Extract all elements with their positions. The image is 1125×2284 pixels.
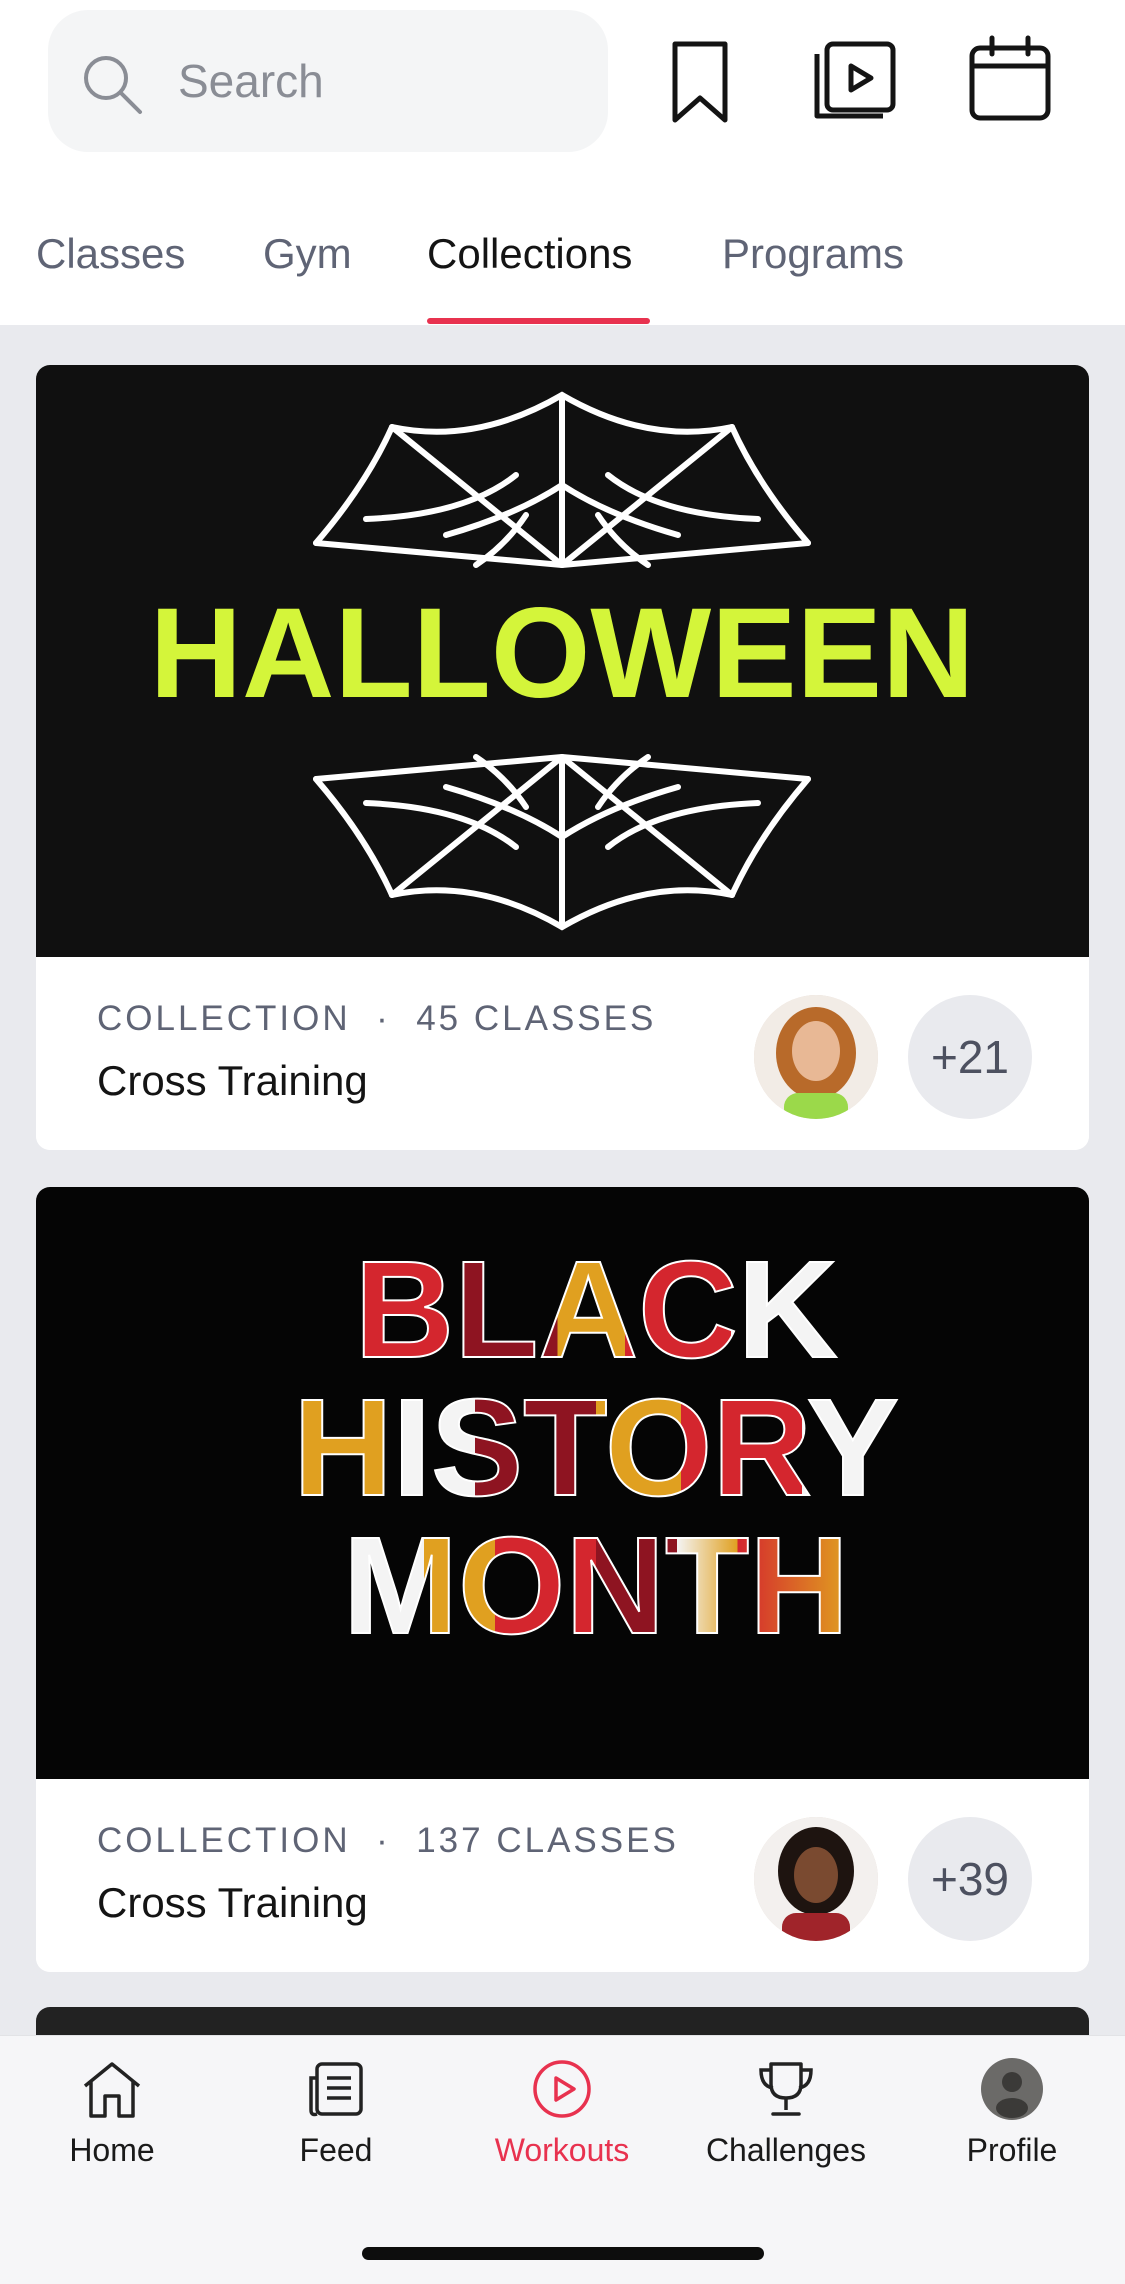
- tab-bar: Classes Gym Collections Programs: [0, 210, 1125, 325]
- top-bar: Search: [0, 0, 1125, 175]
- nav-home[interactable]: Home: [2, 2056, 222, 2176]
- more-instructors-badge: +21: [908, 995, 1032, 1119]
- black-history-month-artwork: BLACK HISTORY MONTH: [292, 1232, 900, 1664]
- tab-classes[interactable]: Classes: [36, 230, 185, 278]
- tab-collections[interactable]: Collections: [427, 230, 632, 278]
- nav-profile[interactable]: Profile: [902, 2056, 1122, 2176]
- instructor-avatar: [754, 1817, 878, 1941]
- collection-meta: COLLECTION · 137 CLASSES Cross Training …: [36, 1779, 1089, 1972]
- search-placeholder: Search: [178, 55, 324, 107]
- home-indicator: [362, 2247, 764, 2260]
- more-instructors-badge: +39: [908, 1817, 1032, 1941]
- collection-banner: HALLOWEEN: [36, 365, 1089, 957]
- collection-title: Cross Training: [97, 1879, 368, 1926]
- nav-label: Workouts: [494, 2132, 630, 2168]
- nav-label: Profile: [966, 2132, 1058, 2168]
- search-icon: [84, 56, 142, 114]
- nav-challenges[interactable]: Challenges: [676, 2056, 896, 2176]
- play-circle-icon: [533, 2060, 591, 2118]
- active-tab-indicator: [427, 318, 650, 324]
- banner-title: HALLOWEEN: [150, 582, 975, 725]
- nav-label: Challenges: [705, 2132, 867, 2168]
- collection-meta: COLLECTION · 45 CLASSES Cross Training +…: [36, 957, 1089, 1150]
- bookmark-icon[interactable]: [650, 30, 750, 130]
- collection-card-black-history-month[interactable]: BLACK HISTORY MONTH COLLECTION · 137 CLA…: [36, 1187, 1089, 1972]
- banner-line-2: HISTORY: [293, 1371, 899, 1525]
- home-icon: [83, 2062, 141, 2118]
- spiderweb-artwork: HALLOWEEN: [150, 391, 975, 931]
- instructor-avatar: [754, 995, 878, 1119]
- collections-list[interactable]: HALLOWEEN COLLECTION · 45 CLASSES Cross …: [0, 325, 1125, 2035]
- collection-card-partial[interactable]: [36, 2007, 1089, 2035]
- collection-card-halloween[interactable]: HALLOWEEN COLLECTION · 45 CLASSES Cross …: [36, 365, 1089, 1150]
- collection-eyebrow: COLLECTION · 45 CLASSES: [97, 999, 657, 1038]
- calendar-icon[interactable]: [960, 30, 1060, 130]
- collection-banner: BLACK HISTORY MONTH: [36, 1187, 1089, 1779]
- nav-workouts[interactable]: Workouts: [452, 2056, 672, 2176]
- collection-title: Cross Training: [97, 1057, 368, 1104]
- banner-line-3: MONTH: [343, 1509, 849, 1663]
- banner-line-1: BLACK: [355, 1233, 838, 1387]
- video-library-icon[interactable]: [805, 30, 905, 130]
- nav-label: Feed: [299, 2132, 373, 2168]
- nav-label: Home: [69, 2132, 155, 2168]
- trophy-icon: [759, 2062, 813, 2116]
- collection-eyebrow: COLLECTION · 137 CLASSES: [97, 1821, 679, 1860]
- feed-icon: [309, 2062, 363, 2117]
- tab-gym[interactable]: Gym: [263, 230, 352, 278]
- tab-programs[interactable]: Programs: [722, 230, 904, 278]
- search-bar[interactable]: Search: [48, 10, 608, 152]
- profile-avatar: [981, 2058, 1043, 2120]
- nav-feed[interactable]: Feed: [226, 2056, 446, 2176]
